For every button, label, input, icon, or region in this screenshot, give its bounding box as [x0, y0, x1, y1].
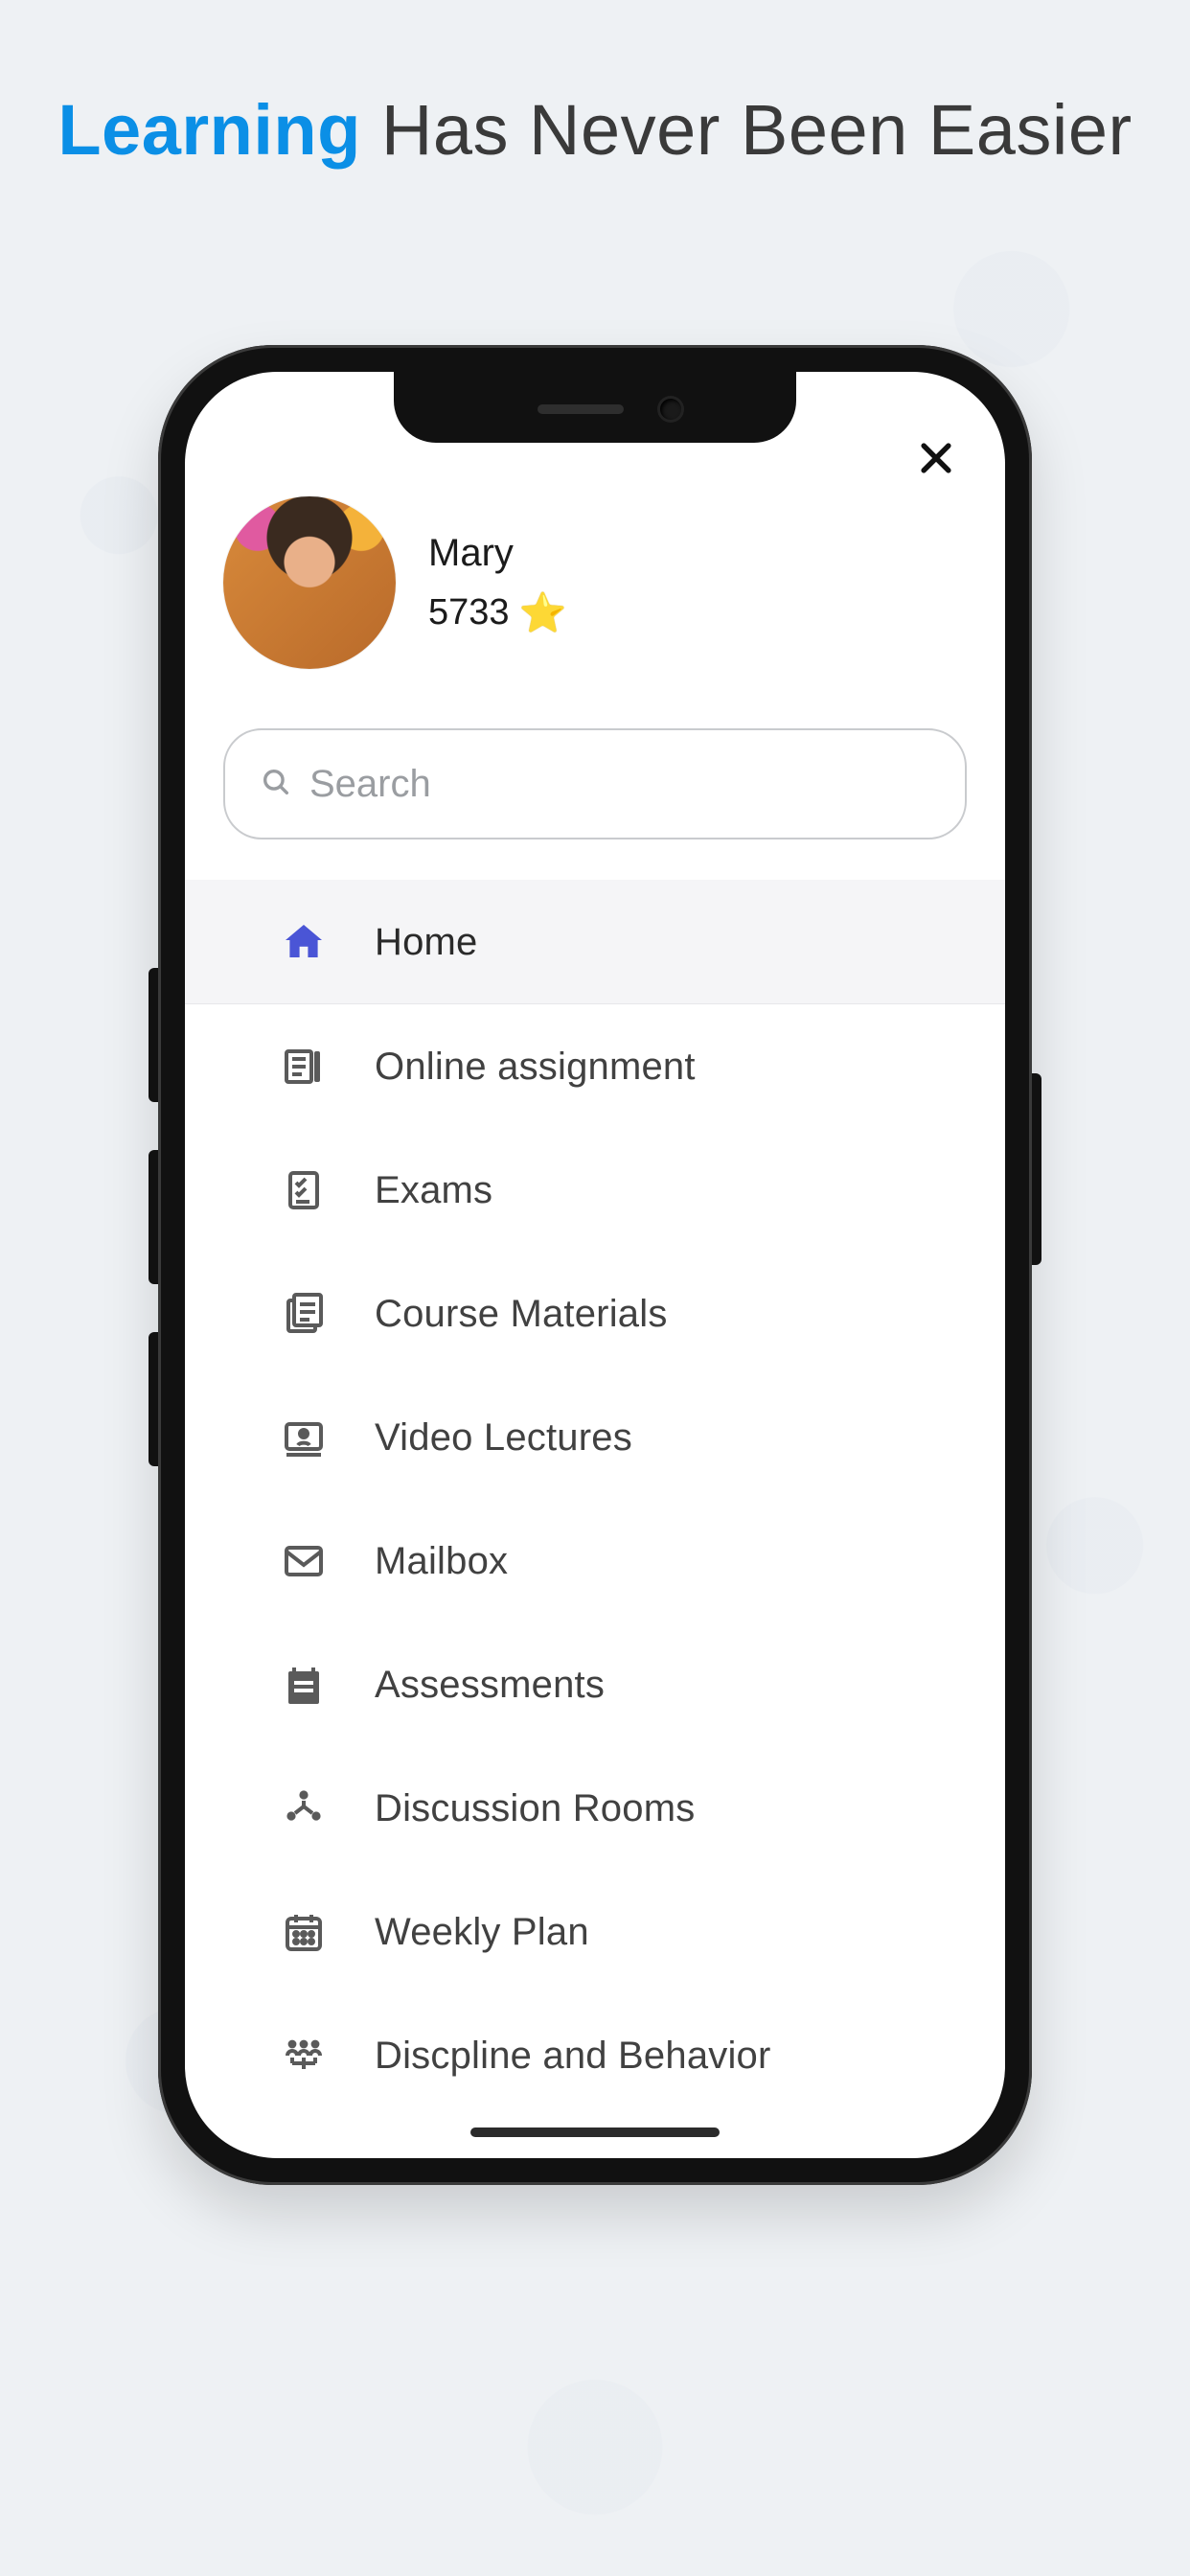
menu-item-exams[interactable]: Exams: [185, 1128, 1005, 1252]
headline-rest: Has Never Been Easier: [361, 90, 1133, 170]
menu-item-discussion[interactable]: Discussion Rooms: [185, 1746, 1005, 1870]
group-icon: [277, 2029, 331, 2082]
page-headline: Learning Has Never Been Easier: [0, 86, 1190, 175]
nav-menu: Home Online assignment Exams: [185, 880, 1005, 2158]
close-button[interactable]: [909, 433, 963, 487]
close-icon: [915, 437, 957, 484]
menu-label: Assessments: [375, 1664, 605, 1707]
discussion-icon: [277, 1782, 331, 1835]
profile-block: Mary 5733 ⭐: [223, 496, 566, 669]
phone-screen: Mary 5733 ⭐ Home: [185, 372, 1005, 2158]
phone-frame: Mary 5733 ⭐ Home: [158, 345, 1032, 2185]
mailbox-icon: [277, 1534, 331, 1588]
assignment-icon: [277, 1040, 331, 1093]
search-icon: [260, 766, 292, 803]
menu-label: Online assignment: [375, 1046, 696, 1089]
phone-notch: [394, 372, 796, 443]
search-input[interactable]: [309, 763, 930, 806]
calendar-icon: [277, 1905, 331, 1959]
menu-label: Video Lectures: [375, 1416, 632, 1460]
search-field[interactable]: [223, 728, 967, 840]
points-value: 5733: [428, 592, 510, 633]
menu-label: Home: [375, 921, 478, 964]
app-root: Mary 5733 ⭐ Home: [185, 372, 1005, 2158]
menu-item-mailbox[interactable]: Mailbox: [185, 1499, 1005, 1622]
menu-item-discipline[interactable]: Discpline and Behavior: [185, 1993, 1005, 2117]
materials-icon: [277, 1287, 331, 1341]
exams-icon: [277, 1163, 331, 1217]
profile-name: Mary: [428, 532, 566, 575]
menu-label: Mailbox: [375, 1540, 508, 1583]
menu-label: Discpline and Behavior: [375, 2035, 771, 2078]
menu-item-assessments[interactable]: Assessments: [185, 1622, 1005, 1746]
menu-label: Weekly Plan: [375, 1911, 589, 1954]
menu-item-home[interactable]: Home: [185, 880, 1005, 1004]
menu-item-video[interactable]: Video Lectures: [185, 1375, 1005, 1499]
menu-item-weekly[interactable]: Weekly Plan: [185, 1870, 1005, 1993]
menu-label: Exams: [375, 1169, 492, 1212]
star-icon: ⭐: [519, 594, 567, 632]
menu-item-materials[interactable]: Course Materials: [185, 1252, 1005, 1375]
avatar[interactable]: [223, 496, 396, 669]
assessments-icon: [277, 1658, 331, 1712]
headline-accent: Learning: [57, 90, 360, 170]
menu-item-assignment[interactable]: Online assignment: [185, 1004, 1005, 1128]
video-icon: [277, 1411, 331, 1464]
home-icon: [277, 915, 331, 969]
menu-label: Course Materials: [375, 1293, 668, 1336]
menu-label: Discussion Rooms: [375, 1787, 695, 1830]
profile-points: 5733 ⭐: [428, 592, 566, 633]
home-indicator: [470, 2128, 720, 2137]
